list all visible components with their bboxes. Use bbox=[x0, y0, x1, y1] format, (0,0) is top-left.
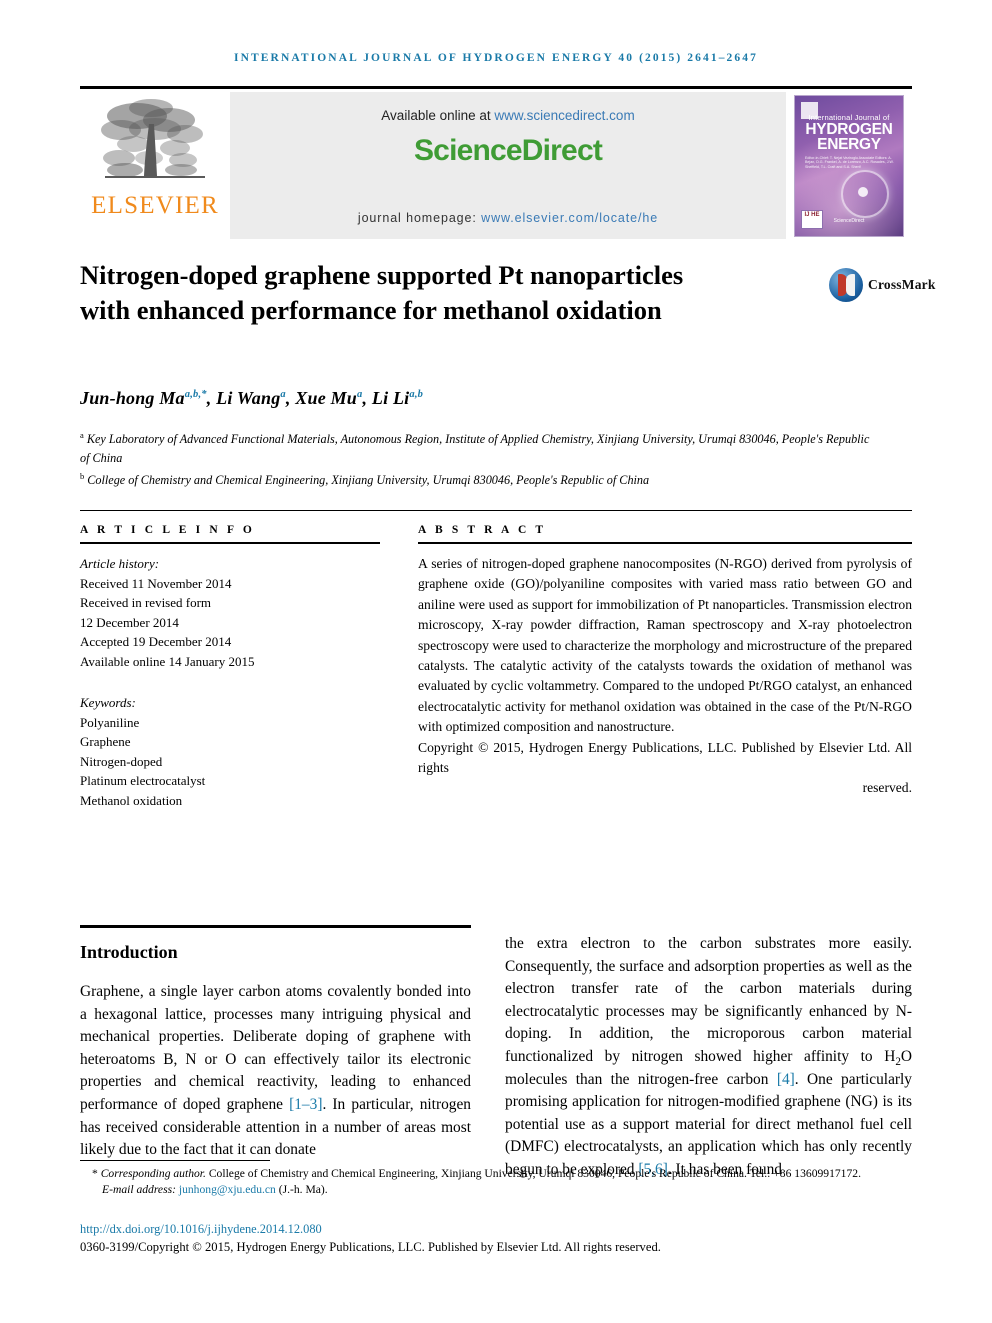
article-info-heading: A R T I C L E I N F O bbox=[80, 524, 255, 536]
journal-homepage-label: journal homepage: bbox=[357, 211, 482, 225]
author-affiliation-marker: a bbox=[280, 389, 286, 400]
article-history-item: Available online 14 January 2015 bbox=[80, 653, 255, 669]
cover-journal-word-hydrogen: HYDROGEN bbox=[805, 120, 893, 138]
email-suffix: (J.-h. Ma). bbox=[275, 1182, 328, 1196]
article-history-item: Received 11 November 2014 bbox=[80, 575, 232, 591]
article-history-block: Article history: Received 11 November 20… bbox=[80, 554, 380, 671]
keyword-item: Nitrogen-doped bbox=[80, 753, 163, 769]
email-note: E-mail address: junhong@xju.edu.cn (J.-h… bbox=[80, 1182, 915, 1198]
abstract-column: A B S T R A C T A series of nitrogen-dop… bbox=[418, 524, 912, 799]
elsevier-wordmark: ELSEVIER bbox=[91, 192, 219, 219]
footnote-block: * Corresponding author. College of Chemi… bbox=[80, 1166, 915, 1197]
masthead-banner: ELSEVIER Available online at www.science… bbox=[80, 86, 912, 239]
affiliation-item: a Key Laboratory of Advanced Functional … bbox=[80, 426, 870, 467]
author-name: Jun-hong Ma bbox=[80, 388, 185, 408]
email-link[interactable]: junhong@xju.edu.cn bbox=[179, 1183, 276, 1196]
body-column-left: Introduction Graphene, a single layer ca… bbox=[80, 933, 471, 1162]
keyword-item: Platinum electrocatalyst bbox=[80, 773, 206, 788]
body-column-right: the extra electron to the carbon substra… bbox=[505, 933, 912, 1182]
masthead-right: International Journal of HYDROGEN ENERGY… bbox=[786, 92, 912, 239]
abstract-rule bbox=[418, 542, 912, 544]
author-affiliation-marker: a bbox=[357, 389, 363, 400]
email-label: E-mail address: bbox=[102, 1182, 179, 1196]
affiliation-marker: b bbox=[80, 471, 85, 482]
abstract-copyright-tail: reserved. bbox=[862, 780, 912, 796]
introduction-paragraph-left: Graphene, a single layer carbon atoms co… bbox=[80, 981, 471, 1162]
abstract-heading: A B S T R A C T bbox=[418, 524, 547, 536]
corresponding-author-note: * Corresponding author. College of Chemi… bbox=[80, 1166, 915, 1182]
sciencedirect-logo-part1: Science bbox=[413, 134, 523, 167]
section-divider bbox=[80, 510, 912, 511]
issn-copyright-line: 0360-3199/Copyright © 2015, Hydrogen Ene… bbox=[80, 1240, 661, 1254]
affiliation-marker: a bbox=[80, 430, 84, 440]
affiliation-text: College of Chemistry and Chemical Engine… bbox=[87, 473, 650, 488]
crossmark-icon bbox=[829, 268, 863, 302]
introduction-paragraph-right: the extra electron to the carbon substra… bbox=[505, 933, 912, 1182]
intro-text-part1: Graphene, a single layer carbon atoms co… bbox=[80, 983, 471, 1113]
author-name: Li Li bbox=[371, 388, 410, 408]
sciencedirect-link[interactable]: www.sciencedirect.com bbox=[494, 108, 634, 123]
cover-editors: Editor-in-Chief: T. Nejat Veziroglu Asso… bbox=[805, 155, 894, 169]
article-info-rule bbox=[80, 542, 380, 544]
cover-sciencedirect-mark: ScienceDirect bbox=[833, 217, 865, 224]
abstract-body: A series of nitrogen-doped graphene nano… bbox=[418, 556, 912, 735]
intro-text-part3: the extra electron to the carbon substra… bbox=[505, 935, 912, 1065]
journal-cover-thumbnail: International Journal of HYDROGEN ENERGY… bbox=[794, 94, 904, 237]
author-list: Jun-hong Maa,b,*, Li Wanga, Xue Mua, Li … bbox=[80, 388, 424, 408]
doi-link-container[interactable]: http://dx.doi.org/10.1016/j.ijhydene.201… bbox=[80, 1222, 322, 1237]
cover-ring-graphic bbox=[841, 169, 889, 218]
cover-journal-word-energy: ENERGY bbox=[817, 135, 881, 153]
elsevier-tree-icon bbox=[101, 99, 205, 178]
doi-link[interactable]: http://dx.doi.org/10.1016/j.ijhydene.201… bbox=[80, 1222, 322, 1236]
article-history-label: Article history: bbox=[80, 556, 160, 571]
journal-homepage-line: journal homepage: www.elsevier.com/locat… bbox=[230, 211, 786, 225]
abstract-copyright-main: Copyright © 2015, Hydrogen Energy Public… bbox=[418, 739, 912, 776]
journal-homepage-link[interactable]: www.elsevier.com/locate/he bbox=[481, 211, 658, 225]
affiliation-item: b College of Chemistry and Chemical Engi… bbox=[80, 467, 870, 490]
crossmark-badge[interactable]: CrossMark bbox=[829, 262, 935, 308]
article-info-column: A R T I C L E I N F O Article history: R… bbox=[80, 524, 380, 810]
footnote-divider bbox=[80, 1160, 270, 1161]
page-title: Nitrogen-doped graphene supported Pt nan… bbox=[80, 260, 684, 325]
keyword-item: Graphene bbox=[80, 734, 131, 749]
author-name: Xue Mu bbox=[295, 388, 358, 408]
masthead-center: Available online at www.sciencedirect.co… bbox=[230, 92, 786, 239]
available-online-text: Available online at bbox=[381, 108, 495, 123]
affiliation-text: Key Laboratory of Advanced Functional Ma… bbox=[80, 432, 870, 465]
crossmark-label: CrossMark bbox=[868, 277, 936, 292]
article-history-item: Accepted 19 December 2014 bbox=[80, 634, 232, 649]
available-online-line: Available online at www.sciencedirect.co… bbox=[230, 108, 786, 123]
keywords-label: Keywords: bbox=[80, 695, 136, 710]
citation-ref-1-3[interactable]: [1–3] bbox=[289, 1096, 322, 1113]
running-head: International Journal of Hydrogen Energy… bbox=[234, 52, 758, 64]
abstract-copyright: Copyright © 2015, Hydrogen Energy Public… bbox=[418, 738, 912, 799]
affiliation-list: a Key Laboratory of Advanced Functional … bbox=[80, 426, 870, 490]
citation-ref-4[interactable]: [4] bbox=[777, 1071, 795, 1088]
author-affiliation-marker: a,b bbox=[409, 389, 424, 400]
sciencedirect-logo-part2: Direct bbox=[521, 134, 603, 167]
cover-badge-text: IJ HE bbox=[804, 211, 820, 218]
introduction-heading: Introduction bbox=[80, 942, 178, 962]
keyword-item: Methanol oxidation bbox=[80, 792, 183, 808]
corresponding-author-label: Corresponding author. bbox=[100, 1167, 206, 1180]
keyword-item: Polyaniline bbox=[80, 714, 140, 730]
elsevier-logo: ELSEVIER bbox=[80, 92, 230, 239]
keywords-block: Keywords: Polyaniline Graphene Nitrogen-… bbox=[80, 693, 380, 810]
body-divider bbox=[80, 925, 471, 928]
article-history-item: 12 December 2014 bbox=[80, 614, 179, 630]
journal-article-page: International Journal of Hydrogen Energy… bbox=[0, 0, 992, 1323]
corresponding-author-marker: * bbox=[92, 1167, 98, 1180]
author-name: Li Wang bbox=[216, 388, 281, 408]
article-history-item: Received in revised form bbox=[80, 595, 212, 610]
corresponding-author-text: College of Chemistry and Chemical Engine… bbox=[205, 1167, 861, 1180]
sciencedirect-logo: ScienceDirect bbox=[230, 134, 786, 168]
author-affiliation-marker: a,b,* bbox=[184, 389, 207, 400]
